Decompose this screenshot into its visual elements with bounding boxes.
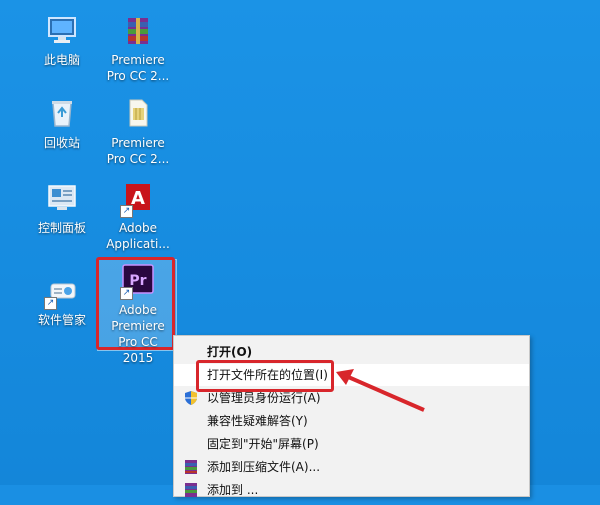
premiere-pro-shortcut[interactable]: Pr ↗ Adobe Premiere Pro CC 2015 bbox=[103, 262, 173, 366]
annotation-red-box-menu bbox=[196, 360, 334, 392]
this-pc-label: 此电脑 bbox=[43, 53, 80, 67]
desktop: 此电脑 回收站 控制面板 ↗ 软件管家 Premiere Pro CC 2...… bbox=[0, 0, 600, 497]
menu-item-label: 固定到"开始"屏幕(P) bbox=[207, 437, 319, 451]
premiere-pro-icon: Pr ↗ bbox=[120, 262, 156, 300]
recycle-bin-label: 回收站 bbox=[43, 136, 80, 150]
premiere-folder-shortcut[interactable]: Premiere Pro CC 2... bbox=[103, 95, 173, 167]
software-manager-icon: ↗ bbox=[44, 272, 80, 310]
premiere-pro-label: Adobe Premiere Pro CC 2015 bbox=[111, 303, 165, 365]
uac-shield-icon bbox=[183, 390, 199, 406]
adobe-glyph: A bbox=[131, 188, 145, 209]
menu-item-pin-to-start[interactable]: 固定到"开始"屏幕(P) bbox=[174, 433, 529, 455]
menu-item-add-to-more[interactable]: 添加到 ... bbox=[174, 479, 529, 501]
this-pc-shortcut[interactable]: 此电脑 bbox=[27, 12, 97, 68]
premiere-archive-shortcut[interactable]: Premiere Pro CC 2... bbox=[103, 12, 173, 84]
shortcut-arrow-icon: ↗ bbox=[120, 287, 133, 300]
menu-item-label: 添加到 ... bbox=[207, 483, 259, 497]
recycle-bin-shortcut[interactable]: 回收站 bbox=[27, 95, 97, 151]
software-manager-shortcut[interactable]: ↗ 软件管家 bbox=[27, 272, 97, 328]
shortcut-arrow-icon: ↗ bbox=[44, 297, 57, 310]
annotation-arrow-icon bbox=[336, 369, 425, 412]
shortcut-arrow-icon: ↗ bbox=[120, 205, 133, 218]
control-panel-shortcut[interactable]: 控制面板 bbox=[27, 180, 97, 236]
winrar-icon bbox=[183, 482, 199, 498]
premiere-archive-label: Premiere Pro CC 2... bbox=[106, 53, 170, 83]
adobe-application-shortcut[interactable]: A ↗ Adobe Applicati... bbox=[103, 180, 173, 252]
winrar-archive-icon bbox=[120, 12, 156, 48]
adobe-application-label: Adobe Applicati... bbox=[106, 221, 170, 251]
software-manager-label: 软件管家 bbox=[37, 313, 86, 327]
document-file-icon bbox=[120, 95, 156, 131]
control-panel-icon bbox=[44, 180, 80, 216]
recycle-bin-icon bbox=[44, 95, 80, 131]
menu-item-label: 添加到压缩文件(A)... bbox=[207, 460, 321, 474]
adobe-app-icon: A ↗ bbox=[120, 180, 156, 218]
menu-item-add-to-archive[interactable]: 添加到压缩文件(A)... bbox=[174, 456, 529, 478]
computer-icon bbox=[44, 12, 80, 48]
control-panel-label: 控制面板 bbox=[37, 221, 86, 235]
premiere-folder-label: Premiere Pro CC 2... bbox=[106, 136, 170, 166]
menu-item-label: 兼容性疑难解答(Y) bbox=[207, 414, 308, 428]
winrar-icon bbox=[183, 459, 199, 475]
